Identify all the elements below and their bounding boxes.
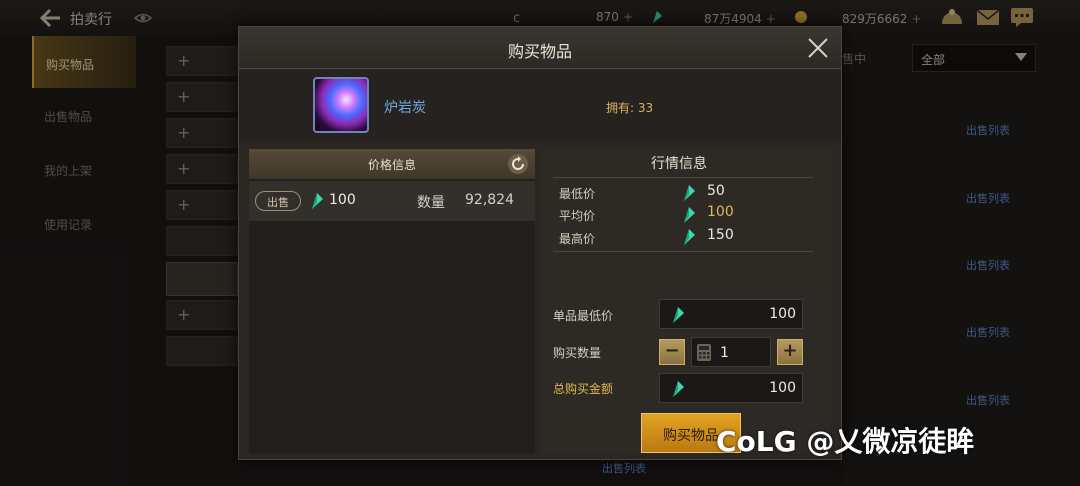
divider: [553, 177, 813, 178]
listing-price: 100: [329, 192, 356, 208]
price-info-panel: 价格信息 出售 100 数量 92,824: [249, 149, 535, 453]
watermark: CoLG @乂微凉徒眸: [716, 425, 975, 458]
unit-min-price-label: 单品最低价: [553, 309, 614, 323]
max-price-value: 150: [707, 227, 734, 243]
total-price-value: 100: [769, 380, 796, 396]
owned-count: 拥有: 33: [606, 101, 654, 115]
quantity-label: 购买数量: [553, 346, 602, 360]
unit-min-price-value: 100: [769, 306, 796, 322]
calculator-icon[interactable]: [696, 343, 712, 362]
total-price-field: 100: [659, 373, 803, 403]
price-info-title: 价格信息: [367, 158, 416, 172]
avg-price-label: 平均价: [559, 209, 596, 223]
gem-icon: [312, 193, 323, 209]
price-list-row[interactable]: 出售 100 数量 92,824: [249, 181, 535, 221]
gem-icon: [684, 207, 695, 223]
buy-item-dialog: 购买物品 炉岩炭 拥有: 33 价格信息 出售 100 数量 92,824 行情…: [238, 26, 842, 460]
gem-icon: [673, 381, 684, 397]
item-orb-icon: [313, 77, 369, 133]
increase-quantity-button[interactable]: +: [777, 339, 803, 365]
quantity-label: 数量: [417, 195, 445, 211]
unit-min-price-field: 100: [659, 299, 803, 329]
divider: [553, 251, 813, 252]
max-price-label: 最高价: [559, 232, 596, 246]
quantity-field: [691, 337, 771, 367]
decrease-quantity-button[interactable]: −: [659, 339, 685, 365]
dialog-title: 购买物品: [507, 42, 572, 61]
listing-quantity: 92,824: [465, 192, 514, 208]
avg-price-value: 100: [707, 204, 734, 220]
quantity-input[interactable]: [720, 344, 768, 362]
min-price-value: 50: [707, 183, 725, 199]
gem-icon: [684, 229, 695, 245]
dialog-header: 购买物品: [239, 27, 841, 69]
total-price-label: 总购买金额: [553, 382, 614, 396]
sell-tag: 出售: [255, 191, 301, 211]
refresh-icon[interactable]: [507, 153, 529, 175]
gem-icon: [673, 307, 684, 323]
close-icon[interactable]: [807, 37, 829, 59]
item-summary: 炉岩炭 拥有: 33: [239, 69, 841, 141]
price-info-header: 价格信息: [249, 149, 535, 179]
gem-icon: [684, 185, 695, 201]
item-name: 炉岩炭: [384, 100, 426, 116]
min-price-label: 最低价: [559, 187, 596, 201]
market-info-title: 行情信息: [651, 156, 707, 172]
